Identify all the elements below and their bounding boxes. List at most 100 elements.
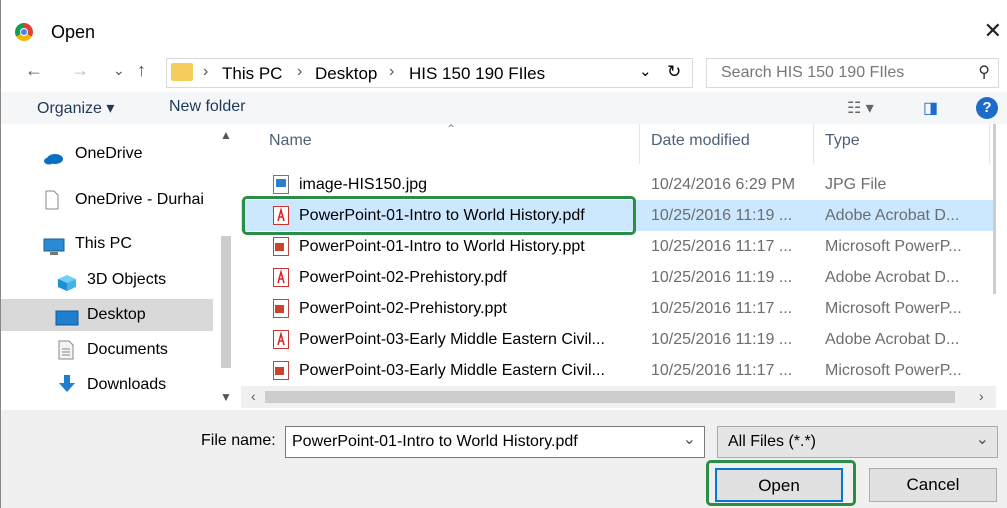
- crumb-separator-icon: ›: [297, 63, 303, 80]
- cloud-icon: [43, 146, 63, 165]
- pdf-file-icon: [273, 268, 289, 287]
- crumb-separator-icon: ›: [203, 63, 209, 80]
- file-type: Adobe Acrobat D...: [825, 207, 960, 224]
- nav-label: Documents: [87, 341, 168, 358]
- highlight-selected-file: [242, 196, 636, 235]
- search-icon: ⚲: [978, 64, 990, 81]
- nav-label: Desktop: [87, 306, 146, 323]
- nav-item-desktop[interactable]: Desktop: [1, 299, 213, 331]
- ppt-file-icon: [273, 299, 289, 318]
- new-folder-button[interactable]: New folder: [169, 98, 245, 116]
- file-row[interactable]: PowerPoint-03-Early Middle Eastern Civil…: [241, 324, 996, 355]
- chevron-down-icon: ⌄: [975, 431, 989, 448]
- desktop-icon: [55, 307, 79, 326]
- breadcrumb-desktop[interactable]: Desktop: [315, 64, 377, 84]
- file-type-value: All Files (*.*): [728, 433, 817, 450]
- file-list: ⌃ Name Date modified Type image-HIS150.j…: [241, 124, 996, 388]
- back-icon[interactable]: ←: [25, 60, 43, 81]
- nav-label: OneDrive: [75, 145, 143, 162]
- file-name-value: PowerPoint-01-Intro to World History.pdf: [292, 433, 578, 450]
- nav-label: This PC: [75, 235, 132, 252]
- file-date: 10/25/2016 11:19 ...: [651, 207, 793, 224]
- nav-item-onedrive[interactable]: OneDrive: [1, 138, 213, 170]
- nav-item-onedrive-durham[interactable]: OneDrive - Durhai: [1, 184, 213, 216]
- file-name-input[interactable]: PowerPoint-01-Intro to World History.pdf…: [285, 426, 705, 458]
- navigation-pane: OneDrive OneDrive - Durhai This PC 3D Ob…: [1, 124, 241, 410]
- file-type-select[interactable]: All Files (*.*) ⌄: [717, 426, 998, 458]
- file-type: Microsoft PowerP...: [825, 238, 962, 255]
- document-icon: [45, 190, 59, 210]
- scroll-right-icon[interactable]: ›: [979, 388, 984, 404]
- scroll-up-icon[interactable]: ▲: [220, 128, 232, 142]
- up-icon[interactable]: ↑: [137, 60, 146, 81]
- chevron-down-icon[interactable]: ⌄: [683, 425, 696, 455]
- file-name-label: File name:: [201, 432, 276, 449]
- file-type: Adobe Acrobat D...: [825, 269, 960, 286]
- file-name: PowerPoint-01-Intro to World History.ppt: [299, 238, 585, 255]
- nav-label: OneDrive - Durhai: [75, 191, 204, 208]
- window-title: Open: [51, 22, 96, 42]
- pdf-file-icon: [273, 330, 289, 349]
- column-header-name[interactable]: Name: [269, 132, 312, 150]
- command-bar: Organize ▾ New folder ☷ ▾ ◨ ?: [1, 92, 1007, 124]
- close-button[interactable]: ✕: [984, 18, 1002, 44]
- organize-button[interactable]: Organize ▾: [37, 98, 114, 118]
- title-bar: Open ✕: [1, 14, 1007, 52]
- nav-item-this-pc[interactable]: This PC: [1, 228, 213, 260]
- nav-item-downloads[interactable]: Downloads: [1, 369, 213, 401]
- file-name: PowerPoint-03-Early Middle Eastern Civil…: [299, 362, 605, 379]
- nav-label: 3D Objects: [87, 271, 167, 288]
- file-name: PowerPoint-02-Prehistory.ppt: [299, 300, 507, 317]
- open-dialog: Open ✕ ← → ⌄ ↑ › This PC › Desktop › HIS…: [0, 0, 1007, 508]
- chevron-down-icon[interactable]: ⌄: [639, 62, 652, 80]
- file-date: 10/25/2016 11:17 ...: [651, 238, 793, 255]
- scrollbar-thumb[interactable]: [221, 236, 231, 368]
- scroll-down-icon[interactable]: ▼: [220, 390, 232, 404]
- image-file-icon: [273, 175, 289, 194]
- file-type: Microsoft PowerP...: [825, 300, 962, 317]
- forward-icon[interactable]: →: [71, 60, 89, 81]
- nav-scrollbar[interactable]: ▲ ▼: [215, 128, 239, 410]
- file-type: Microsoft PowerP...: [825, 362, 962, 379]
- search-placeholder: Search HIS 150 190 FIles: [721, 64, 905, 81]
- file-name: PowerPoint-02-Prehistory.pdf: [299, 269, 507, 286]
- cube-icon: [57, 272, 77, 291]
- file-row[interactable]: PowerPoint-02-Prehistory.pdf 10/25/2016 …: [241, 262, 996, 293]
- refresh-icon[interactable]: ↻: [667, 62, 681, 82]
- view-options-icon[interactable]: ☷ ▾: [847, 98, 874, 118]
- search-input[interactable]: Search HIS 150 190 FIles ⚲: [706, 58, 999, 88]
- recent-locations-icon[interactable]: ⌄: [113, 62, 125, 79]
- help-icon[interactable]: ?: [976, 97, 998, 119]
- path-box[interactable]: › This PC › Desktop › HIS 150 190 FIles …: [166, 58, 693, 88]
- list-scrollbar-thumb[interactable]: [993, 124, 996, 294]
- file-date: 10/24/2016 6:29 PM: [651, 176, 796, 193]
- preview-pane-icon[interactable]: ◨: [923, 98, 938, 118]
- sort-ascending-icon: ⌃: [446, 124, 457, 136]
- documents-icon: [57, 340, 77, 360]
- cancel-button[interactable]: Cancel: [869, 468, 997, 502]
- crumb-separator-icon: ›: [389, 63, 395, 80]
- nav-item-3d-objects[interactable]: 3D Objects: [1, 264, 213, 296]
- column-header-date[interactable]: Date modified: [651, 132, 750, 150]
- folder-icon: [171, 63, 193, 81]
- scrollbar-thumb[interactable]: [265, 391, 955, 403]
- file-date: 10/25/2016 11:17 ...: [651, 362, 793, 379]
- breadcrumb-folder[interactable]: HIS 150 190 FIles: [409, 64, 545, 84]
- highlight-open-button: [706, 460, 856, 506]
- breadcrumb-this-pc[interactable]: This PC: [222, 64, 282, 84]
- nav-item-documents[interactable]: Documents: [1, 334, 213, 366]
- file-date: 10/25/2016 11:19 ...: [651, 331, 793, 348]
- file-row[interactable]: PowerPoint-03-Early Middle Eastern Civil…: [241, 355, 996, 386]
- download-icon: [57, 374, 77, 392]
- dialog-footer: File name: PowerPoint-01-Intro to World …: [1, 410, 1007, 508]
- computer-icon: [43, 236, 65, 255]
- nav-label: Downloads: [87, 376, 167, 393]
- column-header-type[interactable]: Type: [825, 132, 860, 150]
- horizontal-scrollbar[interactable]: ‹ ›: [241, 386, 996, 408]
- file-date: 10/25/2016 11:17 ...: [651, 300, 793, 317]
- column-divider: [989, 124, 990, 164]
- scroll-left-icon[interactable]: ‹: [251, 388, 256, 404]
- ppt-file-icon: [273, 361, 289, 380]
- file-row[interactable]: PowerPoint-01-Intro to World History.ppt…: [241, 231, 996, 262]
- file-row[interactable]: PowerPoint-02-Prehistory.ppt 10/25/2016 …: [241, 293, 996, 324]
